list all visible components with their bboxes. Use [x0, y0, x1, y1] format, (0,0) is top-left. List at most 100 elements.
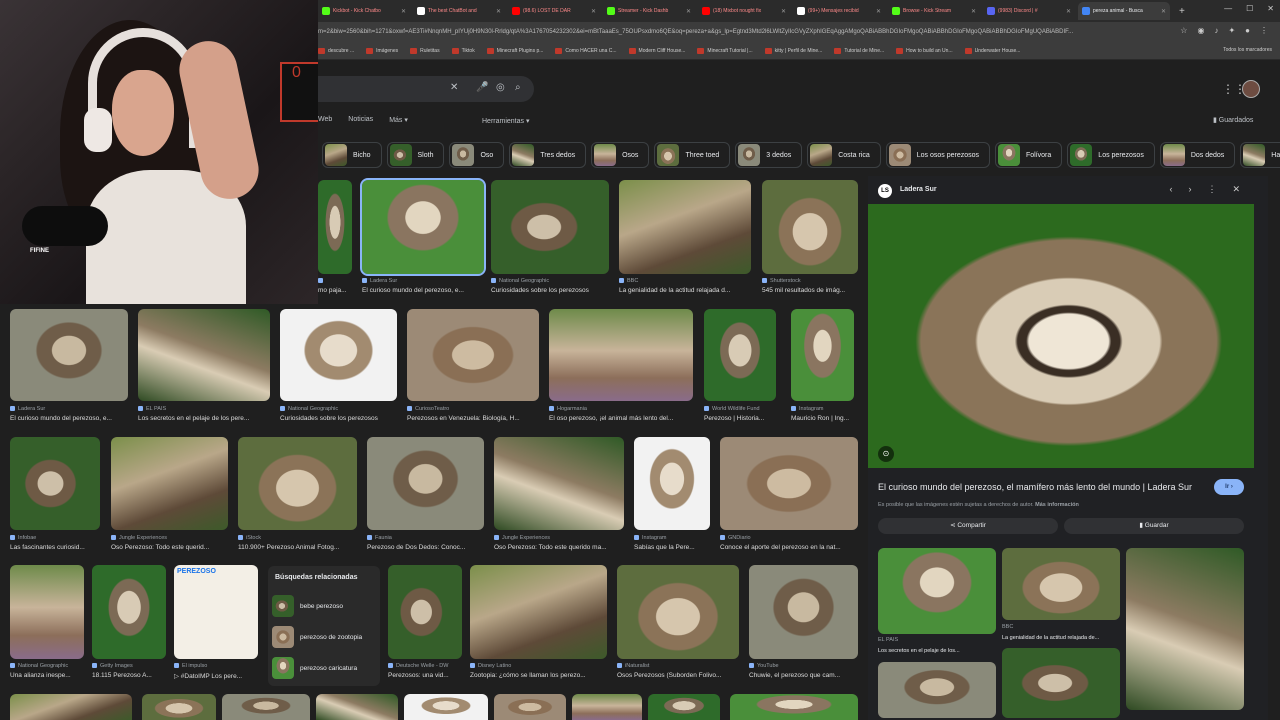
minimize-icon[interactable]: — [1224, 4, 1232, 13]
url-field[interactable]: m=2&biw=2560&bih=1271&oxwf=AE3Ti#NnqnMH_… [318, 25, 1136, 39]
tools-button[interactable]: Herramientas ▾ [482, 117, 529, 125]
bookmark-item[interactable]: kitty | Perfil de Mine... [764, 47, 822, 54]
related-image[interactable] [878, 662, 996, 718]
result-image[interactable] [360, 178, 486, 276]
suggestion-chip[interactable]: Oso [449, 142, 505, 168]
result-image[interactable] [470, 565, 607, 659]
tab-close-icon[interactable]: ✕ [686, 8, 691, 15]
result-caption[interactable]: El curioso mundo del perezoso, e... [10, 415, 128, 422]
result-image[interactable] [572, 694, 642, 720]
bookmark-item[interactable]: Minecraft Plugins p... [486, 47, 543, 54]
chevron-left-icon[interactable]: ‹ [1169, 184, 1172, 195]
tab-close-icon[interactable]: ✕ [1161, 8, 1166, 15]
related-item[interactable]: perezoso de zootopia [272, 625, 376, 649]
maximize-icon[interactable]: ☐ [1246, 4, 1253, 13]
result-image[interactable] [138, 309, 270, 401]
result-caption[interactable]: Conoce el aporte del perezoso en la nat.… [720, 544, 858, 551]
extension-icon[interactable]: ◉ [1197, 26, 1204, 35]
result-image[interactable] [10, 437, 100, 530]
result-caption[interactable]: Perezosos en Venezuela: Biología, H... [407, 415, 539, 422]
browser-tab[interactable]: Kickbot - Kick Chatbo ✕ [318, 2, 410, 20]
more-info-link[interactable]: Más información [1035, 502, 1079, 508]
save-button[interactable]: ▮ Guardar [1064, 518, 1244, 534]
result-caption[interactable]: El curioso mundo del perezoso, e... [362, 287, 484, 294]
result-caption[interactable]: ▷ #DatoIMP Los pere... [174, 672, 258, 680]
browser-tab[interactable]: (18) Mixbot nought fix ✕ [698, 2, 790, 20]
suggestion-chip[interactable]: 3 dedos [735, 142, 803, 168]
result-caption[interactable]: Osos Perezosos (Suborden Folivo... [617, 672, 739, 679]
star-icon[interactable]: ☆ [1180, 26, 1187, 35]
suggestion-chip[interactable]: Bicho [322, 142, 382, 168]
tab-close-icon[interactable]: ✕ [591, 8, 596, 15]
site-name[interactable]: Ladera Sur [900, 186, 937, 193]
result-image[interactable] [720, 437, 858, 530]
result-image[interactable] [367, 437, 484, 530]
suggestion-chip[interactable]: Osos [591, 142, 650, 168]
result-image[interactable] [111, 437, 228, 530]
result-image[interactable] [634, 437, 710, 530]
result-image[interactable] [10, 309, 128, 401]
bookmark-item[interactable]: Tutorial de Mine... [834, 47, 884, 54]
result-image[interactable] [238, 437, 357, 530]
bookmark-item[interactable]: Ruletitas [410, 47, 440, 54]
result-caption[interactable]: La genialidad de la actitud relajada d..… [619, 287, 751, 294]
result-image[interactable]: PEREZOSO [174, 565, 258, 659]
result-image[interactable] [316, 694, 398, 720]
result-caption[interactable]: Una alianza inespe... [10, 672, 84, 679]
bookmark-item[interactable]: Imágenes [366, 47, 398, 54]
result-image[interactable] [92, 565, 166, 659]
result-caption[interactable]: Oso Perezoso: Todo este querid... [111, 544, 228, 551]
result-image[interactable] [404, 694, 488, 720]
related-image[interactable] [1002, 648, 1120, 718]
related-item[interactable]: bebe perezoso [272, 594, 376, 618]
suggestion-chip[interactable]: Los osos perezosos [885, 142, 990, 168]
suggestion-chip[interactable]: Sloth [386, 142, 445, 168]
bookmark-item[interactable]: Tiktok [451, 47, 475, 54]
result-caption[interactable]: 545 mil resultados de imág... [762, 287, 858, 294]
suggestion-chip[interactable]: Hatillo [1240, 142, 1280, 168]
result-image[interactable] [730, 694, 858, 720]
related-item[interactable]: perezoso caricatura [272, 656, 376, 680]
bookmark-item[interactable]: Underwater House... [964, 47, 1020, 54]
result-caption[interactable]: Mauricio Ron | Ing... [791, 415, 854, 422]
result-caption[interactable]: Perezosos: una vid... [388, 672, 462, 679]
bookmark-item[interactable]: Modern Cliff House... [628, 47, 685, 54]
browser-tab[interactable]: Browse - Kick Stream ✕ [888, 2, 980, 20]
new-tab-icon[interactable]: + [1179, 6, 1185, 17]
clear-icon[interactable]: ✕ [450, 82, 458, 93]
tab-close-icon[interactable]: ✕ [1066, 8, 1071, 15]
mic-icon[interactable]: 🎤 [476, 82, 488, 93]
related-image[interactable] [878, 548, 996, 634]
browser-tab[interactable]: Streamer - Kick Dashb ✕ [603, 2, 695, 20]
result-image[interactable] [704, 309, 776, 401]
suggestion-chip[interactable]: Folívora [995, 142, 1063, 168]
result-image[interactable] [10, 694, 132, 720]
more-options-icon[interactable]: ⋮ [1207, 184, 1216, 195]
avatar[interactable] [1242, 80, 1260, 98]
result-image[interactable] [494, 437, 624, 530]
result-caption[interactable]: 18.115 Perezoso A... [92, 672, 166, 679]
result-image[interactable] [749, 565, 858, 659]
visit-button[interactable]: Ir › [1214, 479, 1244, 495]
result-image[interactable] [619, 180, 751, 274]
search-input[interactable]: ✕ 🎤 ◎ ⌕ [318, 76, 534, 102]
result-image[interactable] [762, 180, 858, 274]
tab-close-icon[interactable]: ✕ [876, 8, 881, 15]
result-caption[interactable]: Perezoso de Dos Dedos: Conoc... [367, 544, 484, 551]
result-caption[interactable]: Chuwie, el perezoso que cam... [749, 672, 858, 679]
result-image[interactable] [617, 565, 739, 659]
bookmark-item[interactable]: How to build an Un... [896, 47, 953, 54]
result-image[interactable] [494, 694, 566, 720]
result-caption[interactable]: mo paja... [318, 287, 352, 294]
result-image[interactable] [318, 180, 352, 274]
result-image[interactable] [280, 309, 397, 401]
browser-tab[interactable]: pereza animal - Busca ✕ [1078, 2, 1170, 20]
result-image[interactable] [648, 694, 720, 720]
result-caption[interactable]: Perezoso | Historia... [704, 415, 776, 422]
related-caption[interactable]: Los secretos en el pelaje de los... [878, 648, 996, 654]
puzzle-icon[interactable]: ✦ [1228, 26, 1235, 35]
result-caption[interactable]: Las fascinantes curiosid... [10, 544, 100, 551]
result-caption[interactable]: Zootopia: ¿cómo se llaman los perezo... [470, 672, 607, 679]
preview-image[interactable] [868, 204, 1254, 468]
suggestion-chip[interactable]: Costa rica [807, 142, 881, 168]
